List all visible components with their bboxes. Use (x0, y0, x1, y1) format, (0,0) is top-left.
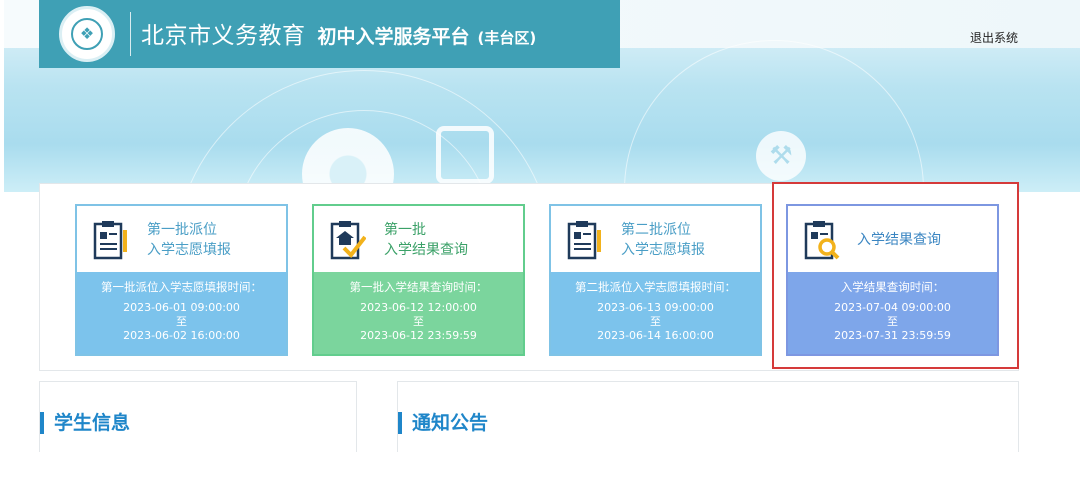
card-schedule: 第一批派位入学志愿填报时间： 2023-06-01 09:00:00 至 202… (77, 272, 286, 354)
highlight-frame (772, 182, 1019, 369)
card-label-line2: 入学志愿填报 (621, 242, 705, 258)
page: ⚒ ❖ 北京市义务教育 初中入学服务平台 (丰台区) 退出系统 第一批派位 入学… (0, 0, 1080, 487)
site-title-sub: 初中入学服务平台 (317, 26, 470, 48)
card-label-line1: 第一批派位 (147, 222, 217, 238)
schedule-caption: 第一批派位入学志愿填报时间： (101, 280, 262, 294)
card-first-batch-application[interactable]: 第一批派位 入学志愿填报 第一批派位入学志愿填报时间： 2023-06-01 0… (75, 204, 288, 356)
card-schedule: 第二批派位入学志愿填报时间： 2023-06-13 09:00:00 至 202… (551, 272, 760, 354)
header-divider (130, 12, 131, 56)
schedule-start: 2023-06-12 12:00:00 (360, 301, 477, 314)
schedule-start: 2023-06-01 09:00:00 (123, 301, 240, 314)
card-label: 第一批派位 入学志愿填报 (147, 220, 231, 260)
card-header: 第一批派位 入学志愿填报 (77, 206, 286, 272)
card-label: 第二批派位 入学志愿填报 (621, 220, 705, 260)
card-header: 第一批 入学结果查询 (314, 206, 523, 272)
notices-title: 通知公告 (398, 412, 488, 434)
schedule-end: 2023-06-12 23:59:59 (360, 329, 477, 342)
student-info-title: 学生信息 (40, 412, 130, 434)
card-label-line1: 第二批派位 (621, 222, 691, 238)
card-label: 第一批 入学结果查询 (384, 220, 468, 260)
card-label-line1: 第一批 (384, 222, 426, 238)
card-first-batch-result[interactable]: 第一批 入学结果查询 第一批入学结果查询时间： 2023-06-12 12:00… (312, 204, 525, 356)
site-title-district: (丰台区) (477, 29, 537, 47)
card-label-line2: 入学结果查询 (384, 242, 468, 258)
site-title: 北京市义务教育 初中入学服务平台 (丰台区) (141, 16, 536, 52)
schedule-start: 2023-06-13 09:00:00 (597, 301, 714, 314)
schedule-end: 2023-06-14 16:00:00 (597, 329, 714, 342)
logout-link[interactable]: 退出系统 (970, 29, 1018, 46)
clipboard-form-icon (93, 221, 127, 260)
site-title-main: 北京市义务教育 (141, 23, 306, 49)
site-header: ❖ 北京市义务教育 初中入学服务平台 (丰台区) (39, 0, 620, 68)
card-label-line2: 入学志愿填报 (147, 242, 231, 258)
card-second-batch-application[interactable]: 第二批派位 入学志愿填报 第二批派位入学志愿填报时间： 2023-06-13 0… (549, 204, 762, 356)
clipboard-form-icon (567, 221, 601, 260)
site-logo: ❖ (59, 6, 115, 62)
card-schedule: 第一批入学结果查询时间： 2023-06-12 12:00:00 至 2023-… (314, 272, 523, 354)
schedule-separator: 至 (650, 315, 661, 328)
page-bottom-strip (0, 452, 1080, 487)
clipboard-check-icon (330, 221, 366, 260)
schedule-caption: 第二批派位入学志愿填报时间： (575, 280, 736, 294)
schedule-separator: 至 (413, 315, 424, 328)
schedule-end: 2023-06-02 16:00:00 (123, 329, 240, 342)
book-icon: ❖ (71, 18, 103, 50)
edit-icon (436, 126, 494, 184)
schedule-separator: 至 (176, 315, 187, 328)
wrench-icon: ⚒ (756, 131, 806, 181)
schedule-caption: 第一批入学结果查询时间： (349, 280, 488, 294)
card-header: 第二批派位 入学志愿填报 (551, 206, 760, 272)
